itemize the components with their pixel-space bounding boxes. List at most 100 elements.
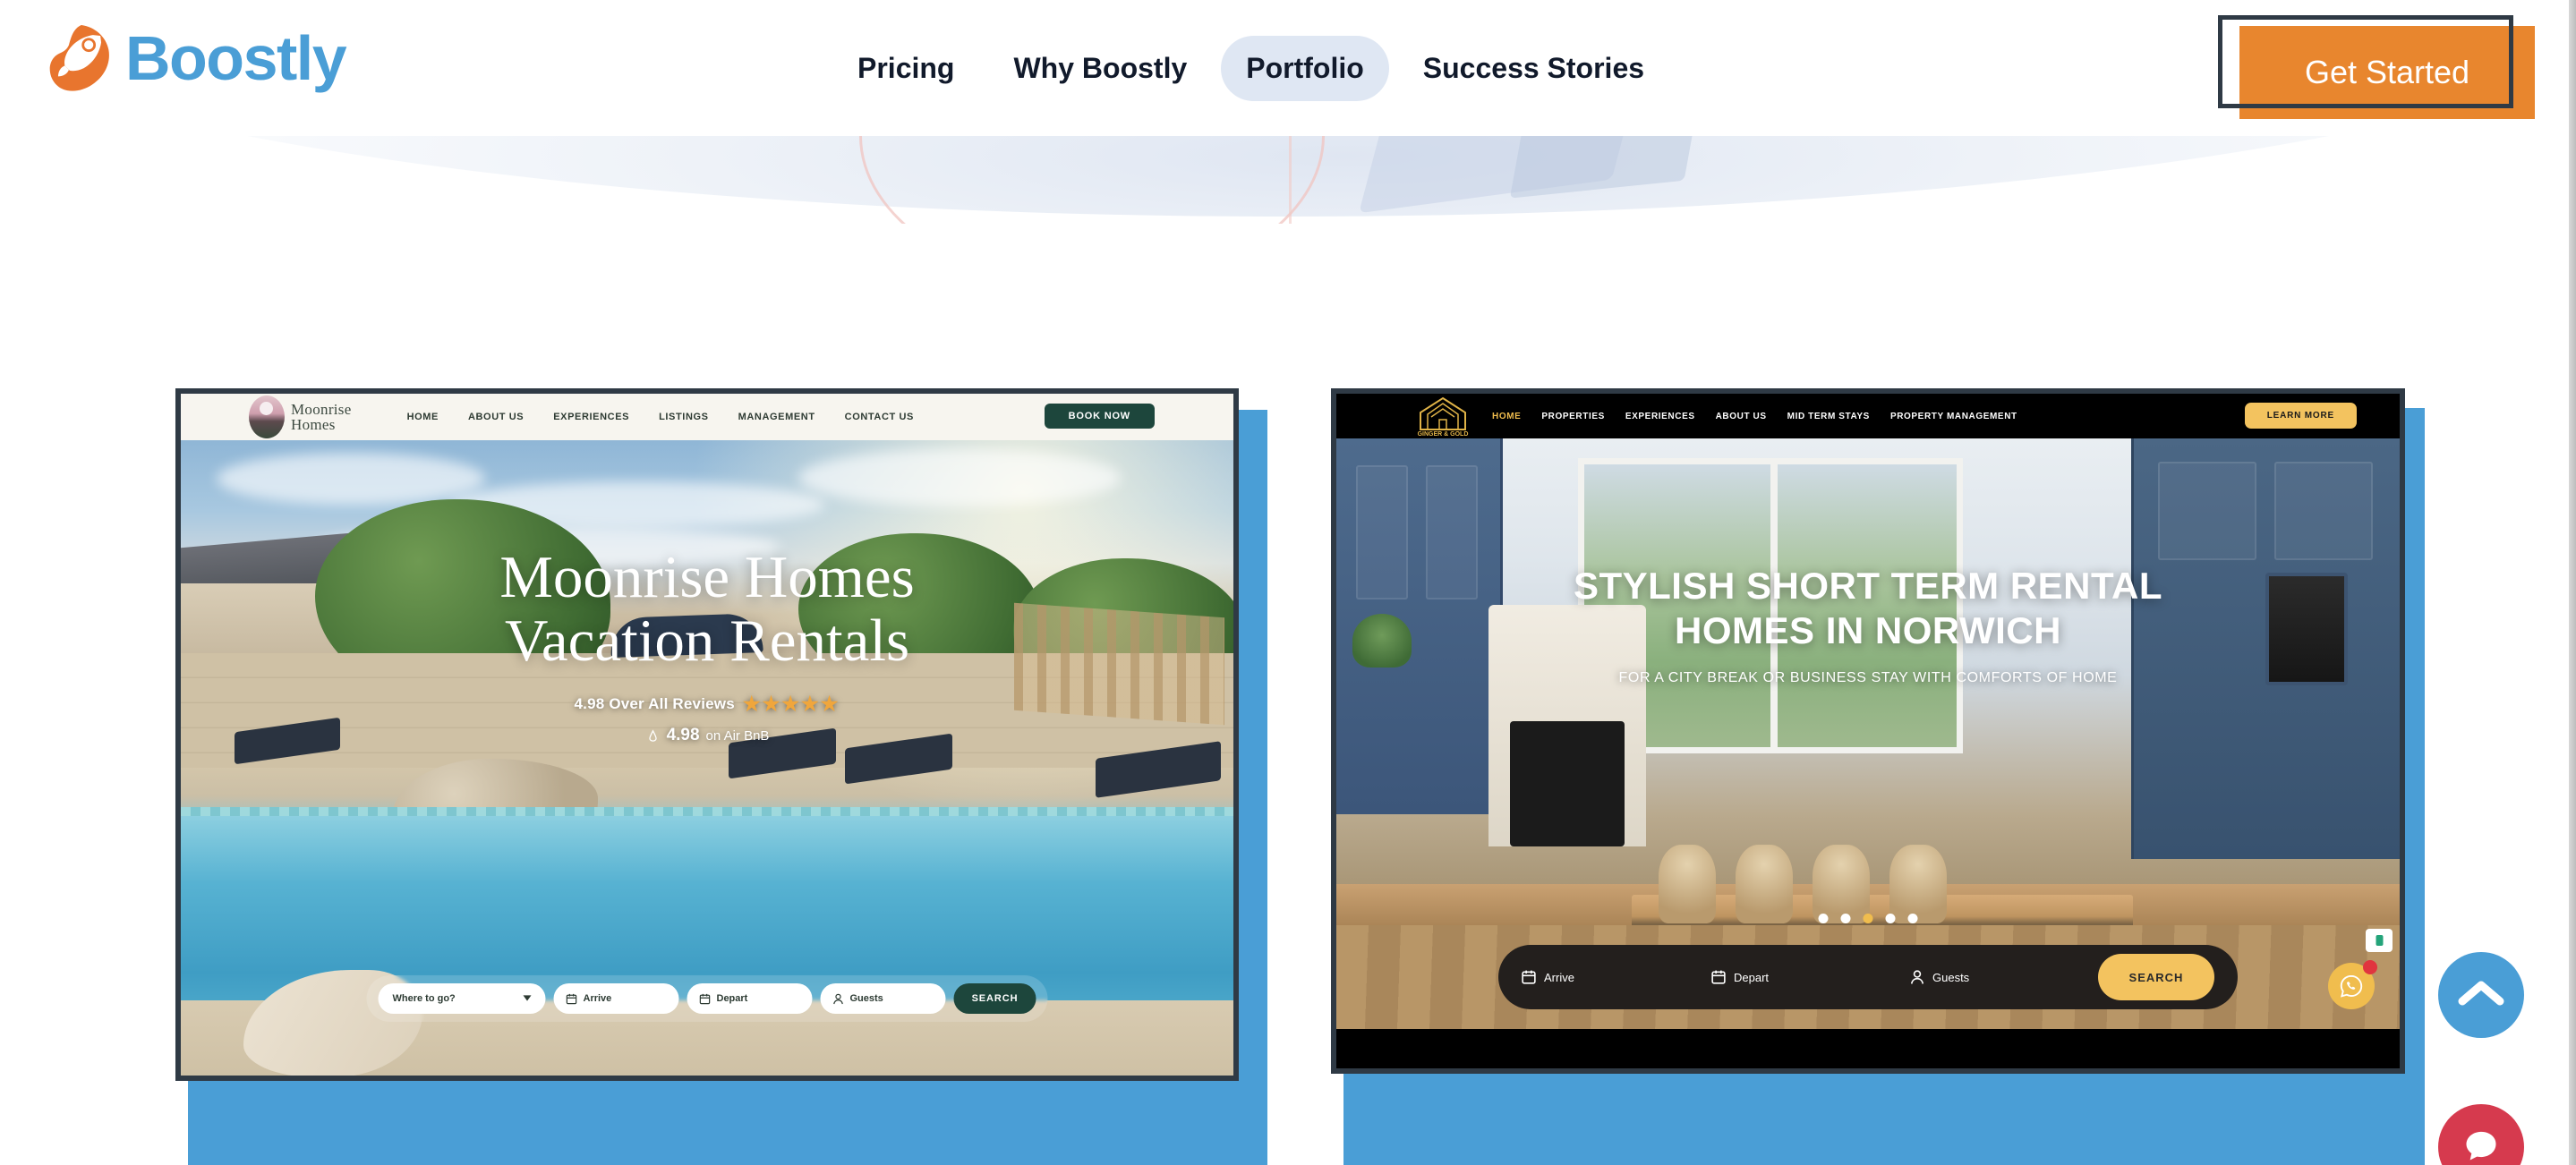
moonrise-rating: 4.98 Over All Reviews ★★★★★	[181, 693, 1233, 716]
nav-item-success-stories[interactable]: Success Stories	[1398, 36, 1669, 101]
nav-item-portfolio[interactable]: Portfolio	[1221, 35, 1389, 101]
calendar-icon	[1522, 969, 1536, 985]
star-rating-icon: ★★★★★	[742, 693, 840, 716]
ginger-gold-search-bar: Arrive Depart Guests SEARCH	[1498, 945, 2238, 1009]
gg-nav-property-management[interactable]: PROPERTY MANAGEMENT	[1890, 412, 2017, 421]
airbnb-score: 4.98	[666, 726, 700, 745]
ginger-gold-learn-more-button[interactable]: LEARN MORE	[2244, 403, 2357, 429]
moonrise-guests-input[interactable]: Guests	[820, 983, 946, 1014]
moonrise-logo-line1: Moonrise	[291, 400, 352, 418]
carousel-dot[interactable]	[1885, 914, 1896, 923]
moonrise-depart-input[interactable]: Depart	[687, 983, 813, 1014]
moonrise-nav-about-us[interactable]: ABOUT US	[468, 412, 524, 422]
gg-hero-subtitle: FOR A CITY BREAK OR BUSINESS STAY WITH C…	[1618, 670, 2118, 686]
logo-link[interactable]: Boostly	[47, 21, 347, 95]
page-scrollbar[interactable]	[2569, 0, 2576, 1165]
chevron-down-icon	[523, 993, 532, 1004]
carousel-dot-active[interactable]	[1863, 914, 1873, 923]
moonrise-nav-management[interactable]: MANAGEMENT	[738, 412, 815, 422]
gg-nav-about-us[interactable]: ABOUT US	[1716, 412, 1767, 421]
calendar-icon	[699, 993, 711, 1005]
gg-search-button[interactable]: SEARCH	[2098, 954, 2214, 1000]
preview-nav-ginger-and-gold: GINGER & GOLD HOME PROPERTIES EXPERIENCE…	[1336, 394, 2400, 438]
moonrise-destination-select[interactable]: Where to go?	[378, 983, 546, 1014]
gg-hero-line2: HOMES IN NORWICH	[1675, 608, 2061, 651]
gg-nav-experiences[interactable]: EXPERIENCES	[1625, 412, 1695, 421]
gg-depart-input[interactable]: Depart	[1711, 969, 1910, 985]
rattan-stool-shape	[1736, 845, 1793, 923]
moonrise-hero-line1: Moonrise Homes	[499, 544, 915, 610]
arrive-label: Arrive	[583, 993, 612, 1004]
rattan-stool-shape	[1659, 845, 1716, 923]
depart-label: Depart	[1734, 970, 1770, 984]
logo-wordmark: Boostly	[125, 23, 347, 93]
get-started-wrapper: Get Started	[2218, 15, 2535, 119]
site-preview-ginger-and-gold: GINGER & GOLD HOME PROPERTIES EXPERIENCE…	[1331, 388, 2405, 1074]
moonrise-logo-line2: Homes	[291, 416, 336, 433]
guests-label: Guests	[849, 993, 883, 1004]
preview-nav-moonrise: Moonrise Homes HOME ABOUT US EXPERIENCES…	[181, 394, 1233, 440]
hero-shape-b	[1509, 136, 1704, 199]
ginger-gold-nav-links: HOME PROPERTIES EXPERIENCES ABOUT US MID…	[1492, 412, 2017, 421]
gg-arrive-input[interactable]: Arrive	[1522, 969, 1711, 985]
destination-placeholder: Where to go?	[392, 993, 456, 1004]
carousel-dot[interactable]	[1818, 914, 1829, 923]
site-header: Boostly Pricing Why Boostly Portfolio Su…	[0, 0, 2576, 136]
moonrise-book-now-button[interactable]: BOOK NOW	[1044, 404, 1155, 429]
gg-guests-input[interactable]: Guests	[1910, 969, 2098, 985]
moonrise-logo-icon	[249, 395, 285, 438]
gg-nav-properties[interactable]: PROPERTIES	[1541, 412, 1604, 421]
moonrise-hero-photo: Moonrise Homes Vacation Rentals 4.98 Ove…	[181, 440, 1233, 1076]
page-root: Boostly Pricing Why Boostly Portfolio Su…	[0, 0, 2576, 1165]
scroll-to-top-button[interactable]	[2438, 952, 2524, 1038]
get-started-button[interactable]: Get Started	[2239, 26, 2535, 119]
hero-arc-decoration	[859, 136, 1325, 224]
moonrise-nav-contact-us[interactable]: CONTACT US	[845, 412, 914, 422]
rattan-stool-shape	[1889, 845, 1947, 923]
moonrise-search-bar: Where to go? Arrive Depart Guests SEARCH	[366, 975, 1048, 1022]
nav-item-pricing[interactable]: Pricing	[832, 36, 979, 101]
carousel-dot[interactable]	[1907, 914, 1918, 923]
gg-nav-home[interactable]: HOME	[1492, 412, 1521, 421]
moonrise-nav-experiences[interactable]: EXPERIENCES	[553, 412, 629, 422]
chevron-up-icon	[2457, 978, 2505, 1013]
hero-carousel-dots	[1818, 914, 1918, 923]
gg-nav-mid-term-stays[interactable]: MID TERM STAYS	[1787, 412, 1870, 421]
person-icon	[833, 993, 844, 1005]
cloud-shape	[798, 449, 1121, 506]
cabinet-panel	[2158, 462, 2256, 560]
moonrise-nav-listings[interactable]: LISTINGS	[659, 412, 709, 422]
gg-hero-line1: STYLISH SHORT TERM RENTAL	[1573, 565, 2163, 607]
whatsapp-float-button[interactable]	[2328, 960, 2377, 1009]
moonrise-airbnb-rating: 4.98 on Air BnB	[181, 726, 1233, 745]
ginger-gold-hero-text: STYLISH SHORT TERM RENTAL HOMES IN NORWI…	[1336, 564, 2400, 686]
notification-badge	[2363, 960, 2377, 974]
main-nav: Pricing Why Boostly Portfolio Success St…	[832, 0, 1669, 136]
rocket-icon	[47, 21, 113, 95]
fireplace-hearth	[1510, 721, 1625, 846]
moonrise-arrive-input[interactable]: Arrive	[553, 983, 679, 1014]
cloud-shape	[217, 453, 485, 505]
ginger-gold-logo: GINGER & GOLD	[1415, 395, 1471, 438]
chat-icon	[2461, 1126, 2501, 1165]
guests-label: Guests	[1932, 970, 1970, 984]
airbnb-icon	[645, 728, 661, 744]
moonrise-nav-home[interactable]: HOME	[407, 412, 439, 422]
moonrise-search-button[interactable]: SEARCH	[953, 983, 1036, 1014]
chat-launcher-button[interactable]	[2438, 1104, 2524, 1165]
rattan-stool-shape	[1813, 845, 1870, 923]
moonrise-hero-text: Moonrise Homes Vacation Rentals 4.98 Ove…	[181, 544, 1233, 745]
moonrise-hero-line2: Vacation Rentals	[504, 608, 910, 675]
carousel-dot[interactable]	[1840, 914, 1851, 923]
cookie-consent-icon[interactable]	[2366, 929, 2393, 952]
moonrise-logo-text: Moonrise Homes	[291, 402, 352, 433]
depart-label: Depart	[716, 993, 748, 1004]
moonrise-logo: Moonrise Homes	[249, 395, 352, 438]
airbnb-label: on Air BnB	[705, 727, 770, 744]
nav-item-why-boostly[interactable]: Why Boostly	[988, 36, 1212, 101]
person-icon	[1910, 969, 1924, 985]
site-preview-moonrise: Moonrise Homes HOME ABOUT US EXPERIENCES…	[175, 388, 1239, 1081]
hero-background-remnant	[0, 136, 2576, 224]
ginger-gold-hero-photo: STYLISH SHORT TERM RENTAL HOMES IN NORWI…	[1336, 438, 2400, 1029]
hero-arc-decoration-2	[1289, 136, 1343, 224]
